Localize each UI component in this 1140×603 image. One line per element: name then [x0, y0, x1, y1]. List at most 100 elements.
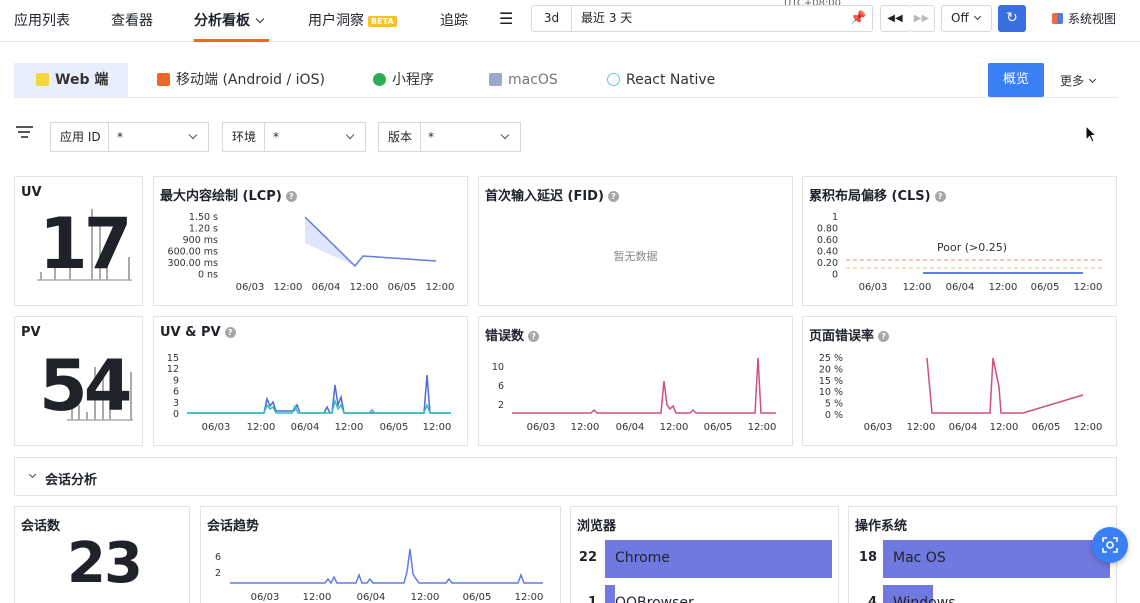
os-count: 4 — [867, 595, 877, 603]
browser-row[interactable]: 22 Chrome — [571, 540, 838, 578]
tab-react-native[interactable]: React Native — [607, 63, 715, 97]
session-trend-card: 会话趋势 6 2 06/03 12:00 06/04 12:00 06/05 12:00 — [200, 506, 561, 603]
tab-macos[interactable]: macOS — [489, 63, 558, 97]
env-select[interactable]: 环境 * — [222, 122, 366, 152]
os-count: 18 — [858, 550, 877, 565]
x-tick-label: 06/04 — [357, 592, 386, 603]
cls-y-tick: 0.40 — [817, 247, 838, 258]
cls-card: 累积布局偏移 (CLS)? 1 0.80 0.60 0.40 0.20 0 06/03 12:… — [802, 176, 1117, 306]
react-icon — [607, 73, 620, 86]
x-tick-label: 06/05 — [704, 422, 733, 433]
system-view-button[interactable]: 系统视图 — [1052, 10, 1116, 27]
cls-y-tick: 0 — [832, 270, 838, 281]
x-tick-label: 12:00 — [660, 422, 689, 433]
tab-miniprogram-label: 小程序 — [392, 72, 434, 88]
chevron-down-icon — [973, 12, 981, 21]
pv-series-line — [187, 398, 451, 414]
uvpv-y-tick: 6 — [173, 387, 179, 398]
auto-refresh-value: Off — [951, 11, 969, 25]
x-tick-label: 06/05 — [388, 282, 417, 293]
forward-button[interactable]: ▶▶ — [909, 5, 935, 32]
screenshot-button[interactable] — [1092, 527, 1128, 563]
pin-icon[interactable]: 📌 — [850, 11, 866, 26]
help-icon[interactable]: ? — [607, 191, 619, 202]
lcp-y-tick: 1.20 s — [189, 224, 218, 235]
uvpv-card: UV & PV? 15 12 9 6 3 0 06/03 12:00 06/04 12:00 06/… — [153, 316, 468, 446]
more-button[interactable]: 更多 — [1060, 72, 1097, 89]
fid-title: 首次输入延迟 (FID)? — [485, 185, 619, 204]
chevron-down-icon — [28, 470, 37, 479]
more-label: 更多 — [1060, 74, 1085, 88]
x-tick-label: 12:00 — [515, 592, 544, 603]
chevron-down-icon — [1088, 75, 1097, 84]
miniprogram-icon — [373, 73, 386, 86]
scan-icon — [1102, 537, 1118, 553]
nav-user-insights[interactable]: 用户洞察 BETA — [308, 10, 397, 30]
tab-mobile-label: 移动端 (Android / iOS) — [176, 72, 325, 88]
session-count-value: 23 — [67, 531, 143, 596]
x-tick-label: 06/05 — [380, 422, 409, 433]
os-row[interactable]: 4 Windows — [849, 585, 1116, 603]
chevron-down-icon — [345, 130, 355, 140]
nav-dashboard[interactable]: 分析看板 — [194, 10, 265, 30]
cls-y-tick: 0.80 — [817, 224, 838, 235]
tab-web[interactable]: Web 端 — [14, 63, 128, 97]
x-tick-label: 06/05 — [1032, 422, 1061, 433]
x-tick-label: 06/04 — [949, 422, 978, 433]
browser-row[interactable]: 1 QQBrowser — [571, 585, 838, 603]
time-range-picker[interactable]: 3d 最近 3 天 📌 — [531, 5, 873, 32]
nav-dashboard-label: 分析看板 — [194, 13, 250, 29]
overview-button[interactable]: 概览 — [988, 63, 1044, 97]
nav-viewer[interactable]: 查看器 — [111, 10, 153, 30]
app-id-select[interactable]: 应用 ID * — [50, 122, 209, 152]
system-view-icon — [1052, 13, 1063, 24]
x-tick-label: 12:00 — [748, 422, 777, 433]
browser-card: 浏览器 22 Chrome 1 QQBrowser — [570, 506, 839, 603]
filter-icon[interactable] — [16, 126, 33, 138]
error-rate-y-tick: 20 % — [819, 364, 843, 375]
rewind-button[interactable]: ◀◀ — [880, 5, 910, 32]
x-tick-label: 06/05 — [1031, 282, 1060, 293]
refresh-icon[interactable]: ↻ — [998, 5, 1026, 32]
tab-macos-label: macOS — [508, 72, 558, 88]
x-tick-label: 06/03 — [251, 592, 280, 603]
uvpv-chart: 15129630 06/03 12:00 06/04 12:00 06/05 12:00 — [167, 353, 452, 433]
mouse-cursor-icon — [1085, 125, 1098, 143]
x-tick-label: 12:00 — [903, 282, 932, 293]
time-range-label: 最近 3 天 — [581, 11, 633, 25]
version-select[interactable]: 版本 * — [378, 122, 521, 152]
tab-mobile[interactable]: 移动端 (Android / iOS) — [157, 63, 325, 97]
nav-app-list[interactable]: 应用列表 — [14, 10, 70, 30]
app-id-label: 应用 ID — [51, 123, 109, 151]
os-row[interactable]: 18 Mac OS — [849, 540, 1116, 578]
uvpv-y-tick: 0 — [173, 409, 179, 420]
x-tick-label: 12:00 — [1074, 282, 1103, 293]
app-id-value: * — [117, 130, 123, 144]
os-card: 操作系统 18 Mac OS 4 Windows — [848, 506, 1117, 603]
x-tick-label: 12:00 — [303, 592, 332, 603]
top-nav: 应用列表 查看器 分析看板 用户洞察 BETA 追踪 ☰ UTC+08:00 3d… — [0, 0, 1140, 42]
menu-icon[interactable]: ☰ — [499, 9, 513, 28]
tab-web-label: Web 端 — [55, 72, 109, 88]
uvpv-y-tick: 9 — [173, 375, 179, 386]
lcp-card: 最大内容绘制 (LCP)? 1.50 s 1.20 s 900 ms 600.00 m… — [153, 176, 468, 306]
x-tick-label: 12:00 — [411, 592, 440, 603]
session-section-header[interactable]: 会话分析 — [14, 457, 1117, 496]
x-tick-label: 06/03 — [202, 422, 231, 433]
session-trend-y-tick: 6 — [215, 552, 221, 563]
error-rate-y-tick: 5 % — [825, 399, 843, 410]
x-tick-label: 12:00 — [571, 422, 600, 433]
nav-tracing[interactable]: 追踪 — [440, 10, 470, 30]
tab-miniprogram[interactable]: 小程序 — [373, 63, 434, 97]
error-rate-y-tick: 10 % — [819, 387, 843, 398]
x-tick-label: 06/04 — [616, 422, 645, 433]
auto-refresh-select[interactable]: Off — [941, 5, 992, 32]
browser-count: 1 — [587, 595, 597, 603]
tabs-divider — [14, 97, 1118, 98]
cls-poor-label: Poor (>0.25) — [937, 241, 1007, 254]
chevron-down-icon — [500, 130, 510, 140]
cls-y-tick: 0.60 — [817, 235, 838, 246]
env-value: * — [273, 130, 279, 144]
fid-no-data: 暂无数据 — [613, 250, 658, 263]
time-range-short[interactable]: 3d — [532, 6, 572, 31]
